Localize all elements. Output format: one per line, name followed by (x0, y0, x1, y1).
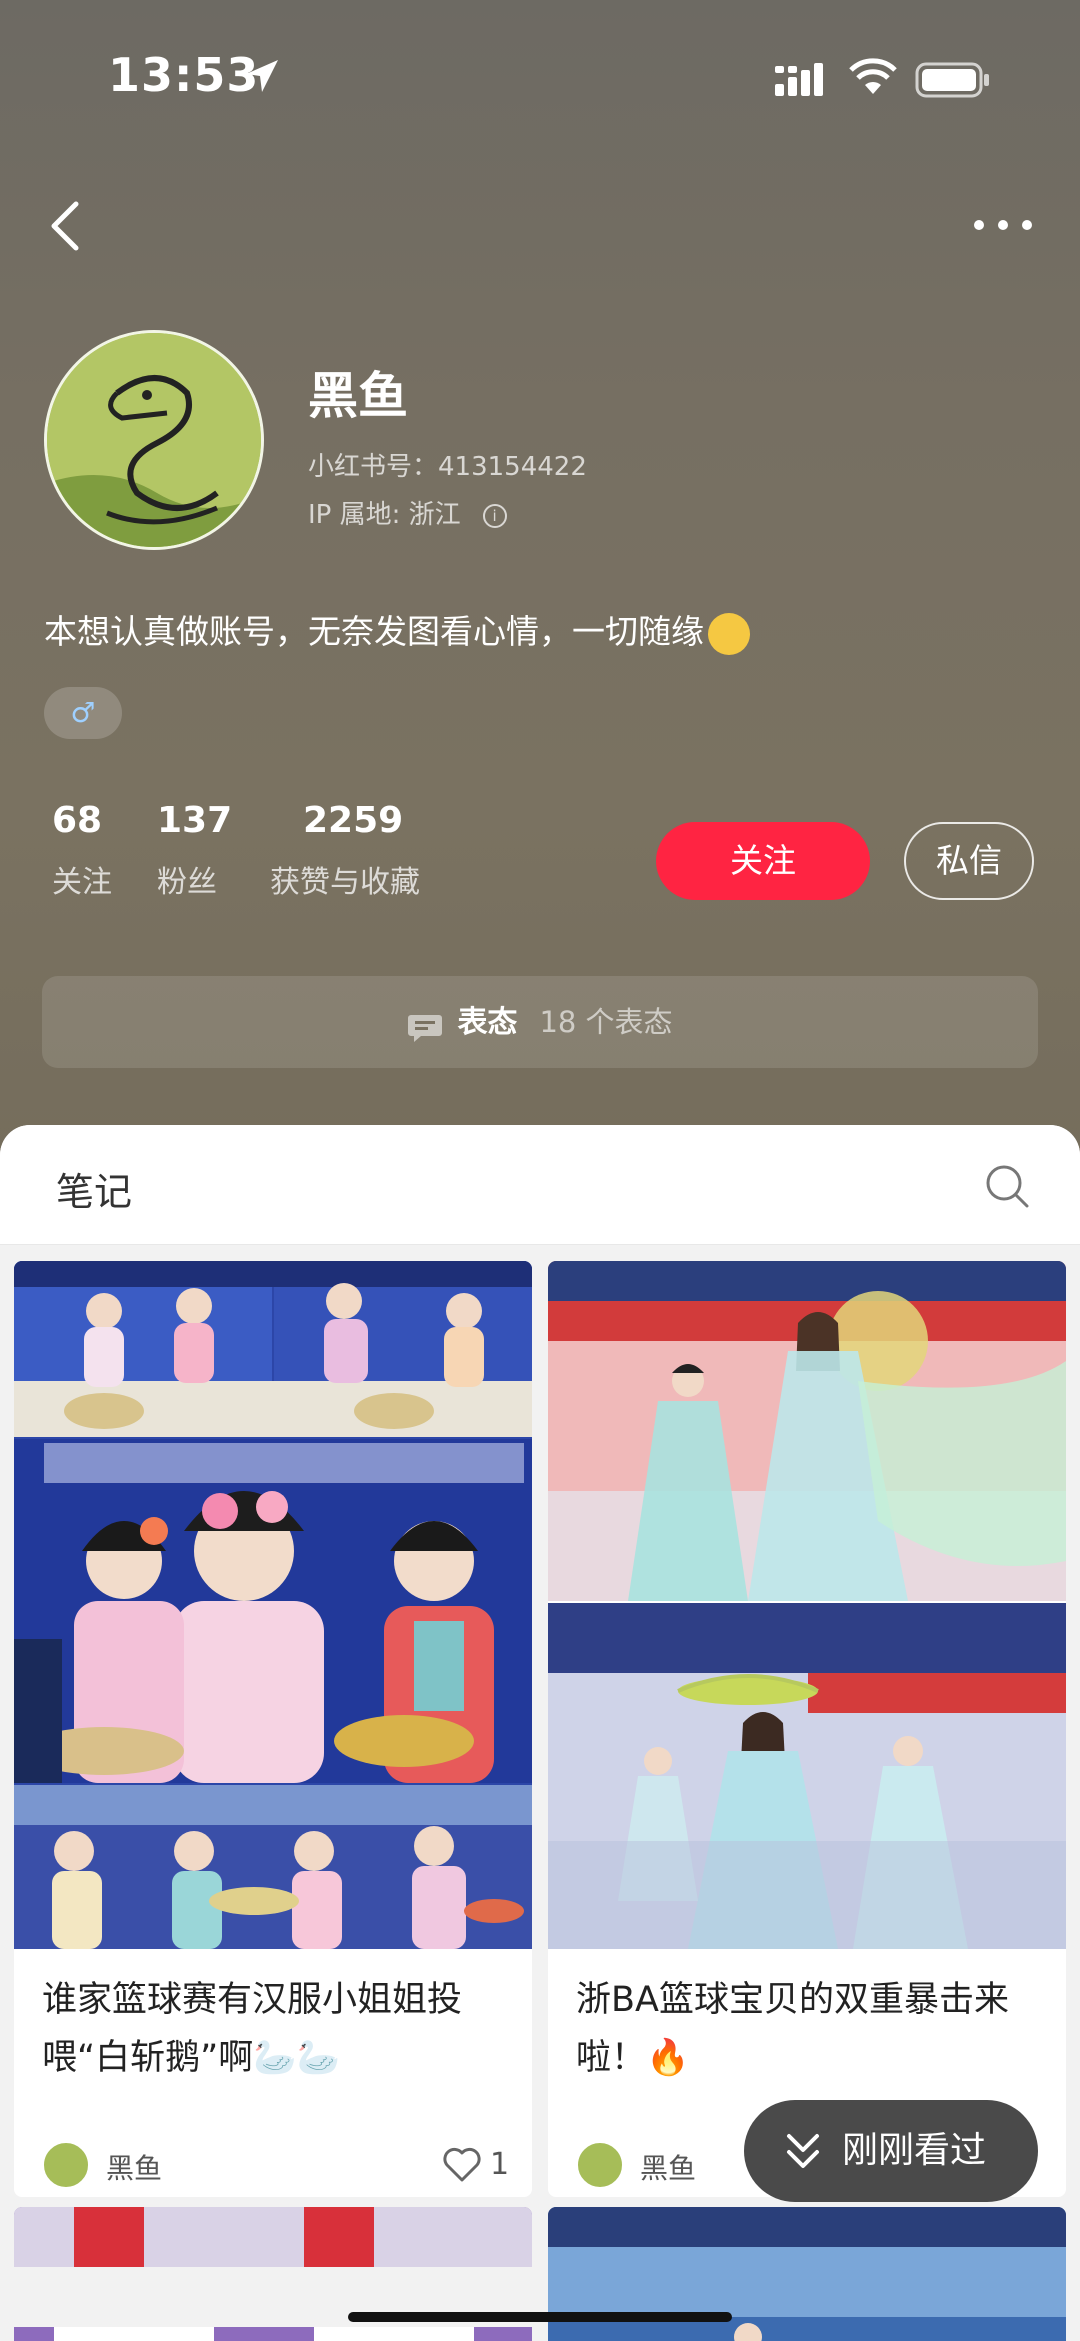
avatar[interactable] (44, 330, 264, 550)
note-card[interactable]: 谁家篮球赛有汉服小姐姐投喂“白斩鹅”啊🦢🦢 黑鱼 1 (14, 1261, 532, 2197)
reactions-count: 18 个表态 (539, 1005, 673, 1039)
ip-location: IP 属地: 浙江 i (308, 494, 507, 531)
wifi-icon (849, 58, 897, 94)
follow-button[interactable]: 关注 (656, 822, 870, 900)
reactions-bar[interactable]: 表态 18 个表态 (42, 976, 1038, 1068)
note-cover-image (548, 1261, 1066, 1949)
chat-bubble-icon (408, 1014, 443, 1042)
recently-viewed-button[interactable]: 刚刚看过 (744, 2100, 1038, 2202)
message-button[interactable]: 私信 (904, 822, 1034, 900)
note-title: 浙BA篮球宝贝的双重暴击来啦！🔥 (576, 1980, 1009, 2078)
status-bar: 13:53 (0, 0, 1080, 150)
profile-bio-text: 本想认真做账号，无奈发图看心情，一切随缘 (44, 612, 704, 651)
note-author[interactable]: 黑鱼 (42, 2141, 242, 2189)
battery-icon (915, 62, 989, 98)
stat-followers-count: 137 (157, 800, 233, 841)
stat-following-count: 68 (52, 800, 103, 841)
double-chevron-down-icon (787, 2134, 819, 2168)
stat-following-label: 关注 (52, 865, 112, 900)
author-avatar (42, 2141, 90, 2189)
stat-followers[interactable]: 137 粉丝 (157, 800, 232, 901)
search-icon[interactable] (984, 1163, 1030, 1209)
more-options-icon[interactable] (970, 210, 1036, 240)
ip-location-label: IP 属地: 浙江 (308, 500, 461, 530)
stat-likes-label: 获赞与收藏 (270, 865, 420, 900)
location-arrow-icon (246, 60, 278, 92)
author-name: 黑鱼 (106, 2152, 163, 2185)
profile-id[interactable]: 小红书号：413154422 (308, 446, 587, 483)
profile-name: 黑鱼 (308, 367, 408, 425)
stat-likes-collects[interactable]: 2259 获赞与收藏 (270, 800, 420, 901)
recently-viewed-label: 刚刚看过 (842, 2130, 987, 2171)
notes-tabbar: 笔记 (0, 1125, 1080, 1245)
reactions-title: 表态 (457, 1005, 518, 1040)
stat-followers-label: 粉丝 (157, 865, 217, 900)
note-title: 谁家篮球赛有汉服小姐姐投喂“白斩鹅”啊🦢🦢 (42, 1980, 463, 2078)
gender-badge: ♂ (44, 687, 122, 739)
status-time: 13:53 (108, 48, 260, 102)
author-avatar (576, 2141, 624, 2189)
cellular-signal-icon (775, 63, 823, 96)
like-button[interactable]: 1 (442, 2141, 522, 2189)
info-icon[interactable]: i (482, 503, 507, 528)
home-indicator[interactable] (348, 2312, 732, 2322)
tab-notes[interactable]: 笔记 (56, 1161, 132, 1216)
note-card[interactable]: 浙BA篮球宝贝的双重暴击来啦！🔥 黑鱼 (548, 1261, 1066, 2197)
heart-icon (443, 2147, 481, 2182)
stat-following[interactable]: 68 关注 (52, 800, 112, 901)
profile-bio: 本想认真做账号，无奈发图看心情，一切随缘 (44, 605, 750, 655)
shy-face-emoji-icon (708, 612, 750, 655)
note-cover-image (14, 1261, 532, 1949)
snake-drawing-icon (47, 333, 261, 547)
back-icon[interactable] (46, 196, 86, 256)
author-name: 黑鱼 (640, 2152, 697, 2185)
like-count: 1 (490, 2147, 510, 2182)
stat-likes-count: 2259 (303, 800, 404, 841)
